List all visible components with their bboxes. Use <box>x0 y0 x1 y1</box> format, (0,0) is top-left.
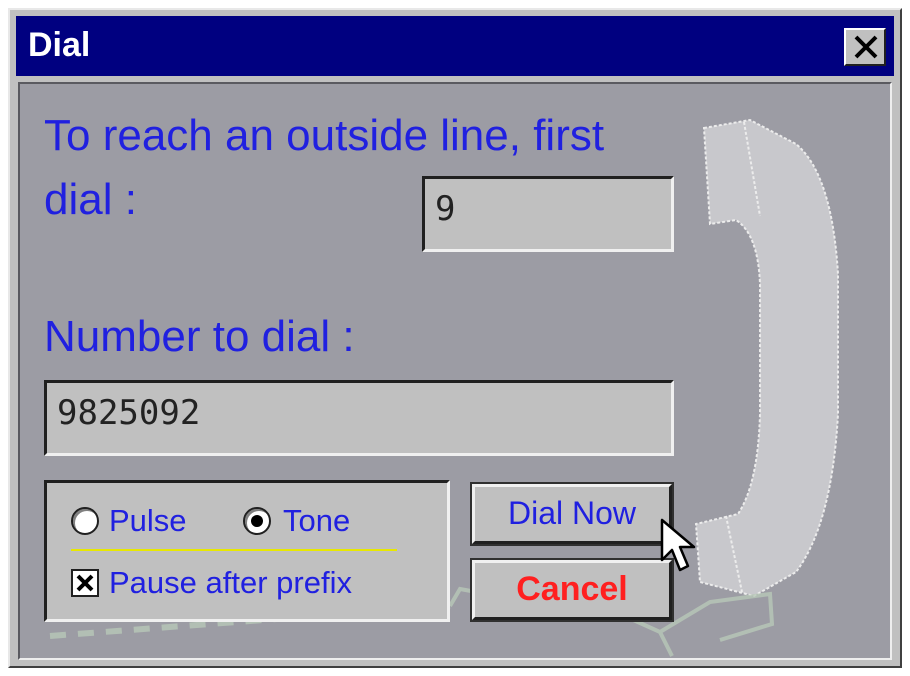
close-button[interactable] <box>844 28 886 66</box>
dial-options-panel: Pulse Tone Pause after prefix <box>44 480 450 622</box>
prefix-input[interactable]: 9 <box>422 176 674 252</box>
mouse-pointer-icon <box>660 518 696 572</box>
dial-now-button[interactable]: Dial Now <box>470 482 674 546</box>
check-x-icon <box>76 574 94 592</box>
window-title: Dial <box>28 26 91 64</box>
pulse-label: Pulse <box>109 503 187 538</box>
number-label: Number to dial : <box>44 312 355 361</box>
pause-after-prefix-checkbox[interactable] <box>71 569 99 597</box>
cancel-button[interactable]: Cancel <box>470 558 674 622</box>
dialog-body: To reach an outside line, first dial : 9… <box>18 82 892 660</box>
title-bar: Dial <box>16 16 894 76</box>
pulse-radio[interactable] <box>71 507 99 535</box>
dial-dialog: Dial To reach an outside line, first dia… <box>8 8 902 668</box>
number-input[interactable]: 9825092 <box>44 380 674 456</box>
tone-label: Tone <box>283 503 351 538</box>
close-x-icon <box>854 35 878 59</box>
divider-line <box>71 549 397 551</box>
pause-after-prefix-label: Pause after prefix <box>109 565 352 600</box>
radio-selected-dot <box>251 515 263 527</box>
tone-radio[interactable] <box>243 507 271 535</box>
